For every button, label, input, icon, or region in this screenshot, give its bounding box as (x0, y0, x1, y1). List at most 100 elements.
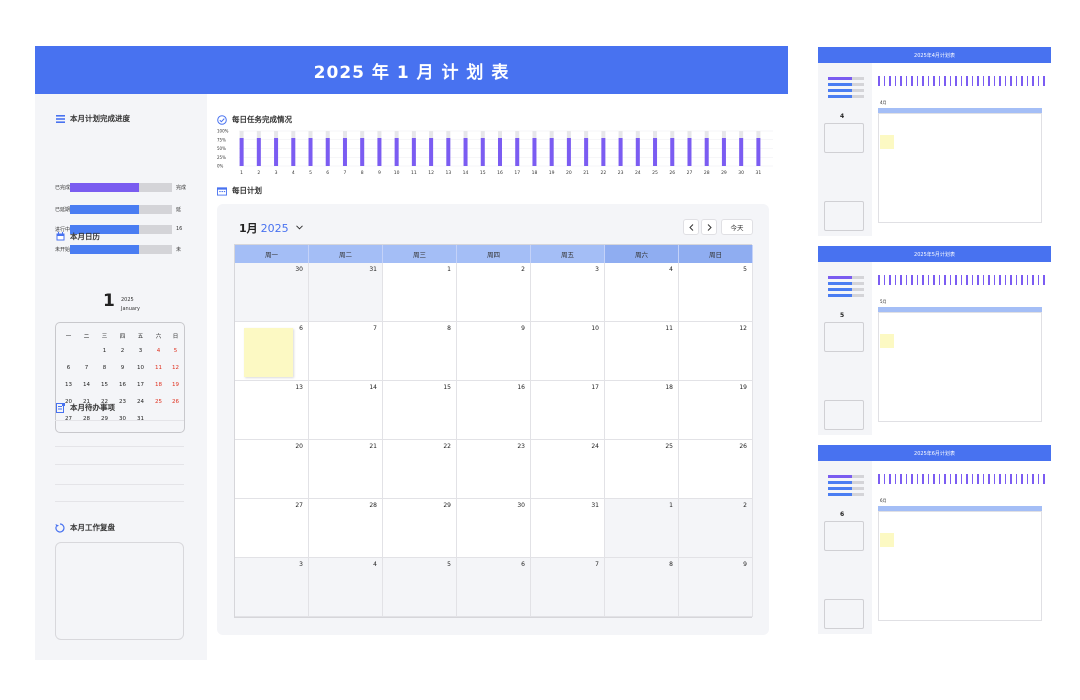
thumbnail-june[interactable]: 2025年6月计划表 6 6月 (818, 445, 1051, 634)
day-cell[interactable]: 5 (383, 558, 457, 617)
mini-cal-day[interactable]: 29 (96, 416, 113, 422)
todo-line[interactable] (55, 420, 184, 421)
day-cell[interactable]: 21 (309, 440, 383, 499)
todo-line[interactable] (55, 484, 184, 485)
mini-cal-day[interactable]: 8 (96, 365, 113, 371)
day-number: 2 (521, 266, 525, 273)
mini-cal-day[interactable]: 9 (114, 365, 131, 371)
mini-cal-day[interactable]: 5 (167, 348, 184, 354)
day-cell[interactable]: 31 (309, 263, 383, 322)
day-cell[interactable]: 22 (383, 440, 457, 499)
day-cell[interactable]: 20 (235, 440, 309, 499)
day-cell[interactable]: 15 (383, 381, 457, 440)
progress-value: 16 (176, 226, 183, 232)
mini-cal-day[interactable]: 2 (114, 348, 131, 354)
thumb-bar (988, 275, 990, 285)
mini-cal-day[interactable]: 30 (114, 416, 131, 422)
y-tick-label: 50% (217, 146, 226, 151)
day-cell[interactable]: 9 (457, 322, 531, 381)
day-cell[interactable]: 3 (531, 263, 605, 322)
todo-line[interactable] (55, 464, 184, 465)
day-cell[interactable]: 8 (383, 322, 457, 381)
day-cell[interactable]: 30 (235, 263, 309, 322)
day-cell[interactable]: 1 (605, 499, 679, 558)
day-cell[interactable]: 26 (679, 440, 753, 499)
mini-cal-day[interactable]: 1 (96, 348, 113, 354)
mini-cal-day[interactable]: 28 (78, 416, 95, 422)
day-cell[interactable]: 14 (309, 381, 383, 440)
month-selector[interactable]: 1月 2025 (239, 220, 303, 236)
thumb-grid (878, 312, 1042, 422)
mini-cal-day[interactable]: 4 (150, 348, 167, 354)
mini-cal-day[interactable]: 19 (167, 382, 184, 388)
day-cell[interactable]: 8 (605, 558, 679, 617)
thumb-bar (1010, 76, 1012, 86)
mini-cal-day[interactable]: 6 (60, 365, 77, 371)
calendar-section-title: 本月日历 (55, 231, 100, 242)
day-cell[interactable]: 7 (531, 558, 605, 617)
mini-cal-day[interactable]: 25 (150, 399, 167, 405)
day-cell[interactable]: 3 (235, 558, 309, 617)
thumbnail-april[interactable]: 2025年4月计划表 4 4月 (818, 47, 1051, 236)
mini-cal-day[interactable]: 26 (167, 399, 184, 405)
mini-cal-day[interactable]: 27 (60, 416, 77, 422)
mini-cal-day[interactable]: 11 (150, 365, 167, 371)
mini-cal-day[interactable]: 16 (114, 382, 131, 388)
day-cell[interactable]: 11 (605, 322, 679, 381)
day-cell[interactable]: 13 (235, 381, 309, 440)
day-cell[interactable]: 23 (457, 440, 531, 499)
thumbnail-may[interactable]: 2025年5月计划表 5 5月 (818, 246, 1051, 435)
day-cell[interactable]: 9 (679, 558, 753, 617)
mini-cal-day[interactable]: 24 (132, 399, 149, 405)
mini-cal-day[interactable]: 12 (167, 365, 184, 371)
day-cell[interactable]: 10 (531, 322, 605, 381)
day-cell[interactable]: 29 (383, 499, 457, 558)
mini-cal-day[interactable]: 7 (78, 365, 95, 371)
mini-cal-day[interactable]: 31 (132, 416, 149, 422)
day-cell[interactable]: 6 (235, 322, 309, 381)
todo-line[interactable] (55, 501, 184, 502)
day-cell[interactable]: 28 (309, 499, 383, 558)
thumb-bar (982, 76, 984, 86)
day-cell[interactable]: 24 (531, 440, 605, 499)
day-cell[interactable]: 16 (457, 381, 531, 440)
mini-cal-day[interactable]: 3 (132, 348, 149, 354)
todo-line[interactable] (55, 446, 184, 447)
mini-cal-day[interactable]: 15 (96, 382, 113, 388)
sticky-note[interactable] (244, 328, 293, 377)
prev-month-button[interactable] (683, 219, 699, 235)
next-month-button[interactable] (701, 219, 717, 235)
bar (515, 138, 520, 166)
mini-cal-day[interactable]: 17 (132, 382, 149, 388)
day-cell[interactable]: 18 (605, 381, 679, 440)
day-cell[interactable]: 2 (457, 263, 531, 322)
day-number: 16 (517, 384, 525, 391)
day-cell[interactable]: 5 (679, 263, 753, 322)
day-cell[interactable]: 4 (309, 558, 383, 617)
thumbnail-title: 2025年5月计划表 (818, 246, 1051, 262)
day-cell[interactable]: 31 (531, 499, 605, 558)
day-cell[interactable]: 12 (679, 322, 753, 381)
day-cell[interactable]: 30 (457, 499, 531, 558)
chevron-down-icon[interactable] (295, 224, 303, 232)
day-cell[interactable]: 4 (605, 263, 679, 322)
today-button[interactable]: 今天 (721, 219, 753, 235)
thumb-progress-fill (828, 487, 852, 490)
day-cell[interactable]: 27 (235, 499, 309, 558)
day-cell[interactable]: 17 (531, 381, 605, 440)
mini-cal-day[interactable]: 18 (150, 382, 167, 388)
day-cell[interactable]: 7 (309, 322, 383, 381)
day-cell[interactable]: 1 (383, 263, 457, 322)
day-cell[interactable]: 25 (605, 440, 679, 499)
mini-cal-day[interactable]: 10 (132, 365, 149, 371)
day-cell[interactable]: 6 (457, 558, 531, 617)
thumb-big-day: 5 (840, 312, 845, 319)
mini-cal-day[interactable]: 13 (60, 382, 77, 388)
day-cell[interactable]: 2 (679, 499, 753, 558)
thumb-bar (971, 275, 973, 285)
review-textarea[interactable] (55, 542, 184, 640)
day-cell[interactable]: 19 (679, 381, 753, 440)
mini-cal-day[interactable]: 23 (114, 399, 131, 405)
mini-cal-weekday: 四 (119, 334, 126, 340)
mini-cal-day[interactable]: 14 (78, 382, 95, 388)
